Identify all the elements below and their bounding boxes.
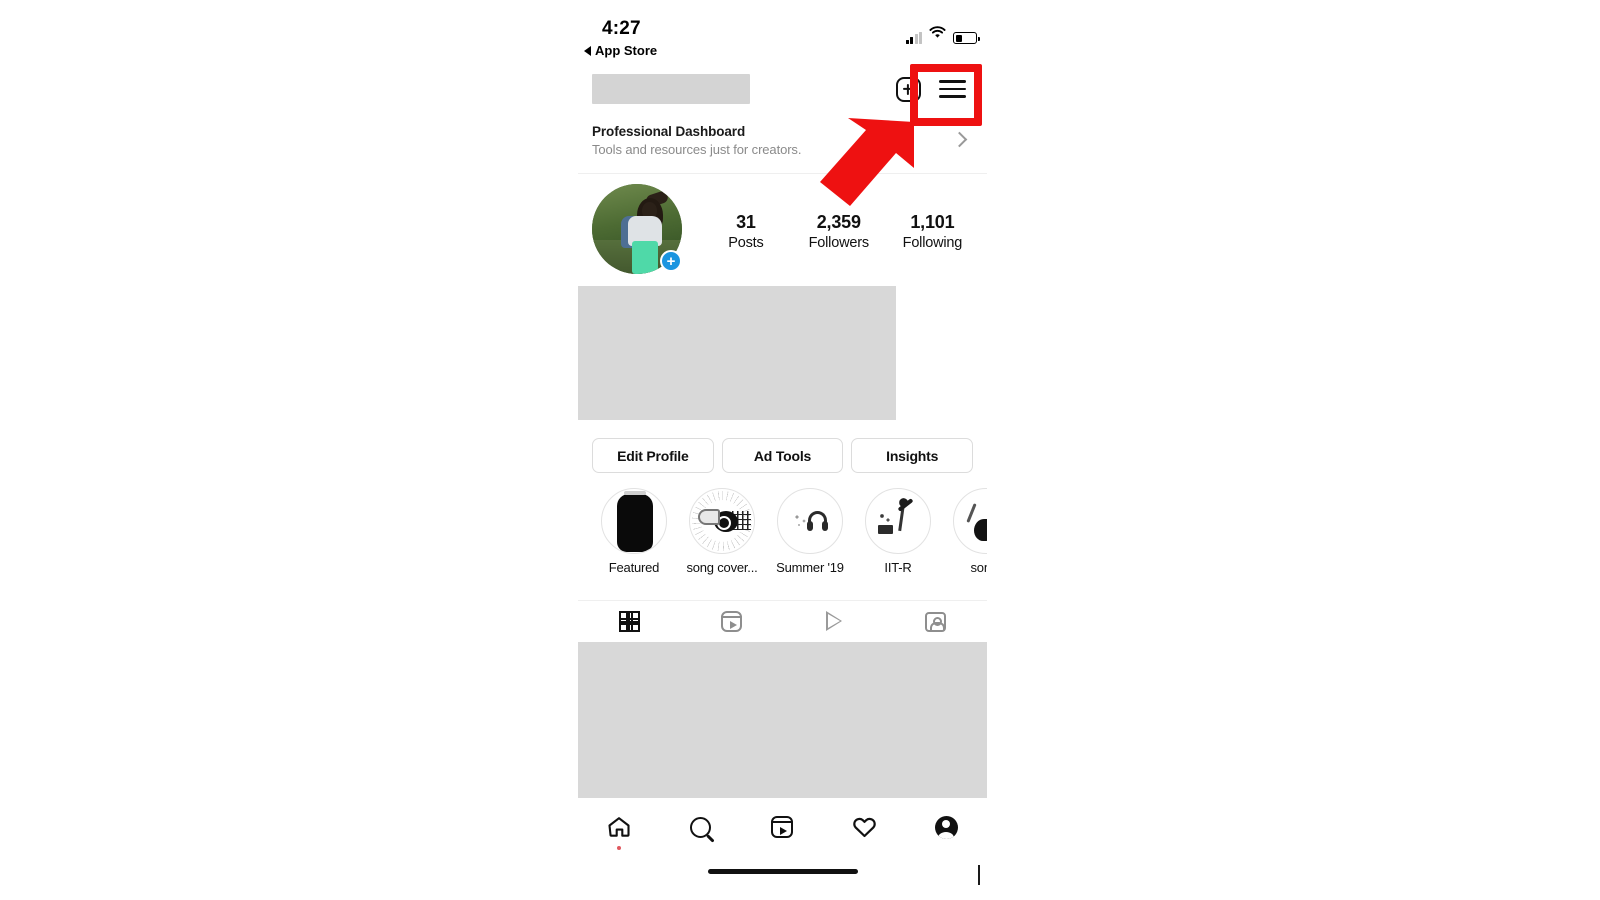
nav-home[interactable] — [578, 798, 660, 856]
bio-redacted-block — [578, 286, 896, 420]
followers-count: 2,359 — [816, 212, 861, 232]
professional-dashboard-row[interactable]: Professional Dashboard Tools and resourc… — [578, 118, 987, 174]
menu-button[interactable] — [937, 74, 967, 104]
highlight-label: song cover... — [686, 560, 758, 575]
following-label: Following — [902, 235, 963, 251]
back-triangle-icon — [584, 45, 591, 56]
add-story-badge[interactable]: + — [660, 250, 682, 272]
edit-profile-button[interactable]: Edit Profile — [592, 438, 714, 473]
add-post-button[interactable] — [893, 74, 923, 104]
nav-activity[interactable] — [823, 798, 905, 856]
search-icon — [690, 816, 712, 838]
highlight-item[interactable]: some — [942, 488, 987, 588]
highlight-cover — [777, 488, 843, 554]
ad-tools-button[interactable]: Ad Tools — [721, 438, 844, 473]
app-bar — [578, 60, 987, 126]
stat-posts[interactable]: 31 Posts — [717, 212, 775, 251]
wifi-icon — [929, 26, 946, 44]
battery-icon — [953, 32, 980, 44]
status-bar-time: 4:27 — [602, 18, 641, 39]
highlight-label: some — [970, 560, 988, 575]
grid-icon — [618, 611, 640, 632]
tab-igtv[interactable] — [783, 601, 885, 642]
edge-tick-mark — [978, 865, 980, 885]
highlight-cover — [601, 488, 667, 554]
story-highlights-row[interactable]: Featured song cover... Summer '19 IIT-R … — [578, 488, 987, 588]
nav-profile[interactable] — [905, 798, 987, 856]
nav-reels[interactable] — [742, 798, 824, 856]
heart-icon — [852, 816, 877, 838]
home-badge-dot — [616, 846, 621, 850]
profile-action-buttons: Edit Profile Ad Tools Insights — [578, 438, 987, 473]
phone-screen: 4:27 App Store Professional Dashboard To… — [578, 0, 987, 900]
stat-following[interactable]: 1,101 Following — [902, 212, 963, 251]
stat-followers[interactable]: 2,359 Followers — [809, 212, 869, 251]
profile-avatar-icon — [934, 815, 958, 839]
back-to-app-store-link[interactable]: App Store — [584, 43, 657, 58]
professional-dashboard-title: Professional Dashboard — [592, 124, 746, 139]
post-grid-redacted-block — [578, 642, 987, 798]
profile-header: + 31 Posts 2,359 Followers 1,101 Followi… — [578, 182, 987, 282]
avatar-wrapper[interactable]: + — [592, 184, 682, 274]
username-redacted-block — [592, 74, 750, 104]
reels-icon — [771, 816, 794, 838]
content-tabs — [578, 600, 987, 642]
plus-square-icon — [895, 76, 921, 102]
app-bar-actions — [893, 74, 979, 104]
profile-stats: 31 Posts 2,359 Followers 1,101 Following — [682, 182, 987, 251]
highlight-cover — [865, 488, 931, 554]
tab-reels[interactable] — [680, 601, 782, 642]
followers-label: Followers — [808, 235, 869, 251]
highlight-item[interactable]: IIT-R — [854, 488, 942, 588]
status-bar-indicators — [905, 26, 980, 44]
bottom-navigation-bar — [578, 798, 987, 856]
play-triangle-icon — [824, 611, 844, 632]
highlight-item[interactable]: Summer '19 — [766, 488, 854, 588]
nav-search[interactable] — [660, 798, 742, 856]
tab-tagged[interactable] — [885, 601, 987, 642]
tagged-person-icon — [925, 611, 947, 632]
following-count: 1,101 — [910, 212, 955, 232]
highlight-item[interactable]: Featured — [590, 488, 678, 588]
back-label: App Store — [595, 43, 658, 58]
highlight-label: Summer '19 — [776, 560, 844, 575]
highlight-item[interactable]: song cover... — [678, 488, 766, 588]
screenshot-canvas: 4:27 App Store Professional Dashboard To… — [0, 0, 1600, 900]
highlight-cover — [953, 488, 987, 554]
hamburger-menu-icon — [938, 79, 966, 99]
highlight-cover — [689, 488, 755, 554]
cellular-signal-icon — [905, 32, 922, 44]
posts-label: Posts — [728, 235, 764, 251]
highlight-label: Featured — [608, 560, 660, 575]
tab-grid[interactable] — [578, 601, 680, 642]
highlight-label: IIT-R — [884, 560, 912, 575]
reels-icon — [720, 611, 742, 632]
home-icon — [607, 816, 631, 838]
insights-button[interactable]: Insights — [851, 438, 974, 473]
professional-dashboard-subtitle: Tools and resources just for creators. — [592, 142, 802, 157]
status-bar: 4:27 App Store — [578, 0, 987, 58]
home-indicator — [707, 869, 858, 874]
posts-count: 31 — [736, 212, 756, 232]
